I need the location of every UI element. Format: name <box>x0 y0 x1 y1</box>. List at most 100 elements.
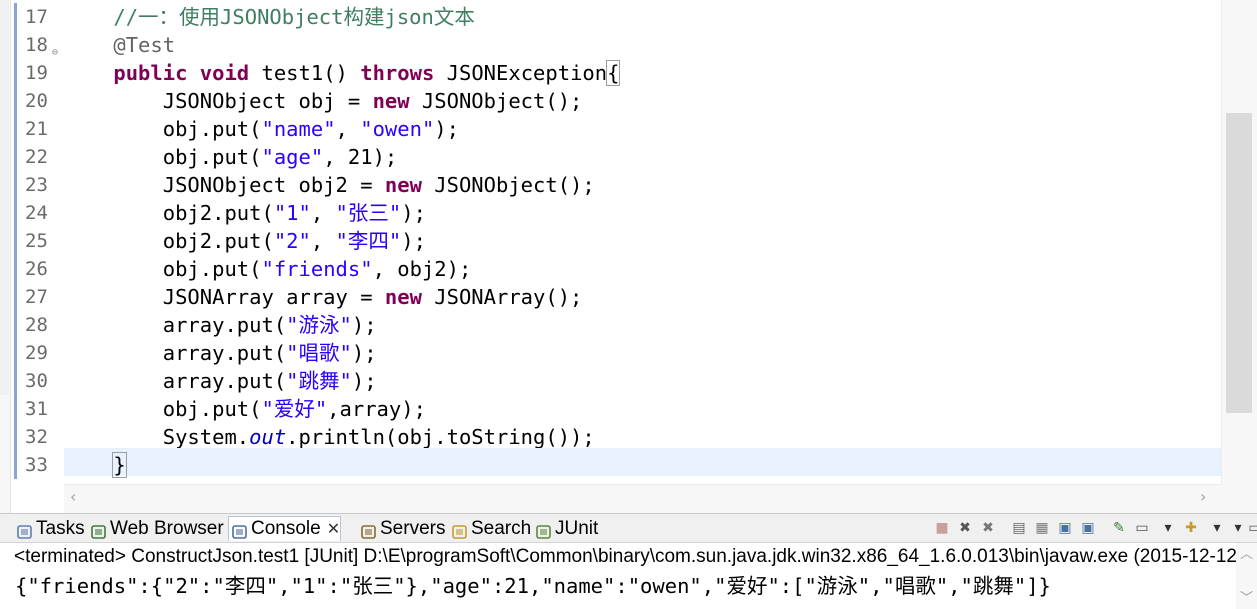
code-token: array.put( <box>64 341 287 365</box>
code-line[interactable]: public void test1() throws JSONException… <box>64 56 1221 86</box>
scroll-lock-icon[interactable]: ▦ <box>1034 520 1050 536</box>
console-status-line: <terminated> ConstructJson.test1 [JUnit]… <box>14 546 1237 567</box>
code-token-str: "爱好" <box>261 397 328 421</box>
code-line[interactable]: array.put("唱歌"); <box>64 336 1221 365</box>
code-token: ); <box>401 229 426 253</box>
console-output[interactable]: {"friends":{"2":"李四","1":"张三"},"age":21,… <box>15 572 1051 600</box>
left-trim-thumb <box>0 0 9 395</box>
code-token-str: "游泳" <box>286 313 352 337</box>
tab-label: JUnit <box>555 518 599 539</box>
code-token: JSONArray array = <box>64 285 385 309</box>
code-line[interactable]: //一：使用JSONObject构建json文本 <box>64 0 1221 29</box>
scroll-down-arrow-icon[interactable]: ﹀ <box>1240 587 1253 606</box>
code-token: array.put( <box>64 369 287 393</box>
close-tab-icon[interactable]: ✕ <box>327 521 340 538</box>
panel-tab-bar: Tasks Web Browser Console ✕ Servers Search JUn… <box>0 514 1257 543</box>
tab-label: Search <box>471 518 532 539</box>
code-line[interactable]: array.put("跳舞"); <box>64 364 1221 393</box>
editor-horizontal-scrollbar[interactable]: ‹ › <box>64 484 1221 514</box>
word-wrap-icon[interactable]: ▣ <box>1057 520 1073 536</box>
search-icon <box>452 522 467 539</box>
tab-search[interactable]: Search <box>449 517 531 541</box>
scroll-up-arrow-icon[interactable]: ︿ <box>1240 543 1253 562</box>
code-line-current[interactable]: } <box>64 448 1221 478</box>
line-number-gutter: 17 18 ⊖ 19 20 21 22 23 24 25 26 27 28 29 30 31 32 33 <box>12 0 62 484</box>
code-token-str: "跳舞" <box>286 369 352 393</box>
line-number: 18 ⊖ <box>12 31 60 59</box>
code-line[interactable]: JSONObject obj2 = new JSONObject(); <box>64 168 1221 197</box>
scroll-right-arrow-icon[interactable]: › <box>1200 487 1206 506</box>
change-marker <box>14 3 17 31</box>
change-marker <box>14 311 17 339</box>
line-number: 23 <box>12 171 60 199</box>
change-marker <box>14 423 17 451</box>
change-marker <box>14 171 17 199</box>
code-line[interactable]: System.out.println(obj.toString()); <box>64 420 1221 449</box>
code-line[interactable]: obj.put("friends", obj2); <box>64 252 1221 281</box>
pin-console-icon[interactable]: ✎ <box>1111 520 1127 536</box>
view-menu-icon[interactable]: ▾ <box>1230 520 1246 536</box>
line-number-text: 18 <box>25 34 48 56</box>
code-line[interactable]: JSONObject obj = new JSONObject(); <box>64 84 1221 113</box>
display-console-icon[interactable]: ▭ <box>1134 520 1150 536</box>
code-token: , <box>310 229 336 253</box>
tab-label: Console <box>251 518 321 539</box>
code-token: JSONObject obj2 = <box>64 173 385 197</box>
code-line[interactable]: obj2.put("2", "李四"); <box>64 224 1221 253</box>
line-number: 24 <box>12 199 60 227</box>
tab-servers[interactable]: Servers <box>358 517 445 541</box>
line-number-text: 28 <box>25 314 48 336</box>
terminate-icon[interactable]: ■ <box>934 520 950 536</box>
scroll-left-arrow-icon[interactable]: ‹ <box>70 487 76 506</box>
remove-all-icon[interactable]: ✖ <box>980 520 996 536</box>
tab-web-browser[interactable]: Web Browser <box>88 517 224 541</box>
tab-console[interactable]: Console ✕ <box>228 516 342 541</box>
code-token: ,array); <box>327 397 426 421</box>
code-token: JSONArray(); <box>421 285 583 309</box>
code-token-kw: new <box>384 173 422 197</box>
open-console-dropdown-icon[interactable]: ▾ <box>1209 520 1225 536</box>
code-line[interactable]: obj2.put("1", "张三"); <box>64 196 1221 225</box>
code-token-bracket: } <box>112 452 127 478</box>
line-number: 17 <box>12 3 60 31</box>
editor-vertical-scroll-thumb[interactable] <box>1226 113 1252 413</box>
code-line[interactable]: @Test <box>64 28 1221 57</box>
tab-junit[interactable]: JUnit <box>533 517 598 541</box>
code-token: test1() <box>249 61 361 85</box>
line-number: 26 <box>12 255 60 283</box>
code-line[interactable]: obj.put("name", "owen"); <box>64 112 1221 141</box>
code-line[interactable]: obj.put("爱好",array); <box>64 392 1221 421</box>
line-number-text: 27 <box>25 286 48 308</box>
line-number: 31 <box>12 395 60 423</box>
show-on-output-icon[interactable]: ▣ <box>1080 520 1096 536</box>
change-marker <box>14 451 17 479</box>
code-line[interactable]: obj.put("age", 21); <box>64 140 1221 169</box>
code-token: ); <box>351 341 377 365</box>
remove-launch-icon[interactable]: ✖ <box>957 520 973 536</box>
code-area[interactable]: //一：使用JSONObject构建json文本 @Test public vo… <box>64 0 1221 484</box>
line-number: 20 <box>12 87 60 115</box>
clear-console-icon[interactable]: ▤ <box>1011 520 1027 536</box>
code-line[interactable]: JSONArray array = new JSONArray(); <box>64 280 1221 309</box>
change-marker <box>14 255 17 283</box>
code-token: obj2.put( <box>64 201 274 225</box>
display-console-dropdown-icon[interactable]: ▾ <box>1160 520 1176 536</box>
line-number-text: 22 <box>25 146 48 168</box>
code-token: obj.put( <box>64 257 262 281</box>
console-vertical-scrollbar[interactable]: ︿ ﹀ <box>1236 543 1257 609</box>
code-editor[interactable]: 17 18 ⊖ 19 20 21 22 23 24 25 26 27 28 29 30 31 32 33 //一：… <box>0 0 1257 514</box>
tab-tasks[interactable]: Tasks <box>14 517 85 541</box>
line-number-text: 24 <box>25 202 48 224</box>
line-number-text: 31 <box>25 398 48 420</box>
open-console-icon[interactable]: ✚ <box>1183 520 1199 536</box>
editor-vertical-scrollbar[interactable] <box>1221 0 1257 484</box>
code-token: obj2.put( <box>64 229 274 253</box>
code-token-kw: public <box>113 61 188 85</box>
line-number-text: 30 <box>25 370 48 392</box>
servers-icon <box>361 522 376 539</box>
code-line[interactable]: array.put("游泳"); <box>64 308 1221 337</box>
minimize-icon[interactable]: ▭ <box>1247 520 1257 536</box>
code-token-cmt: //一：使用JSONObject构建json文本 <box>113 5 475 29</box>
change-marker <box>14 59 17 87</box>
